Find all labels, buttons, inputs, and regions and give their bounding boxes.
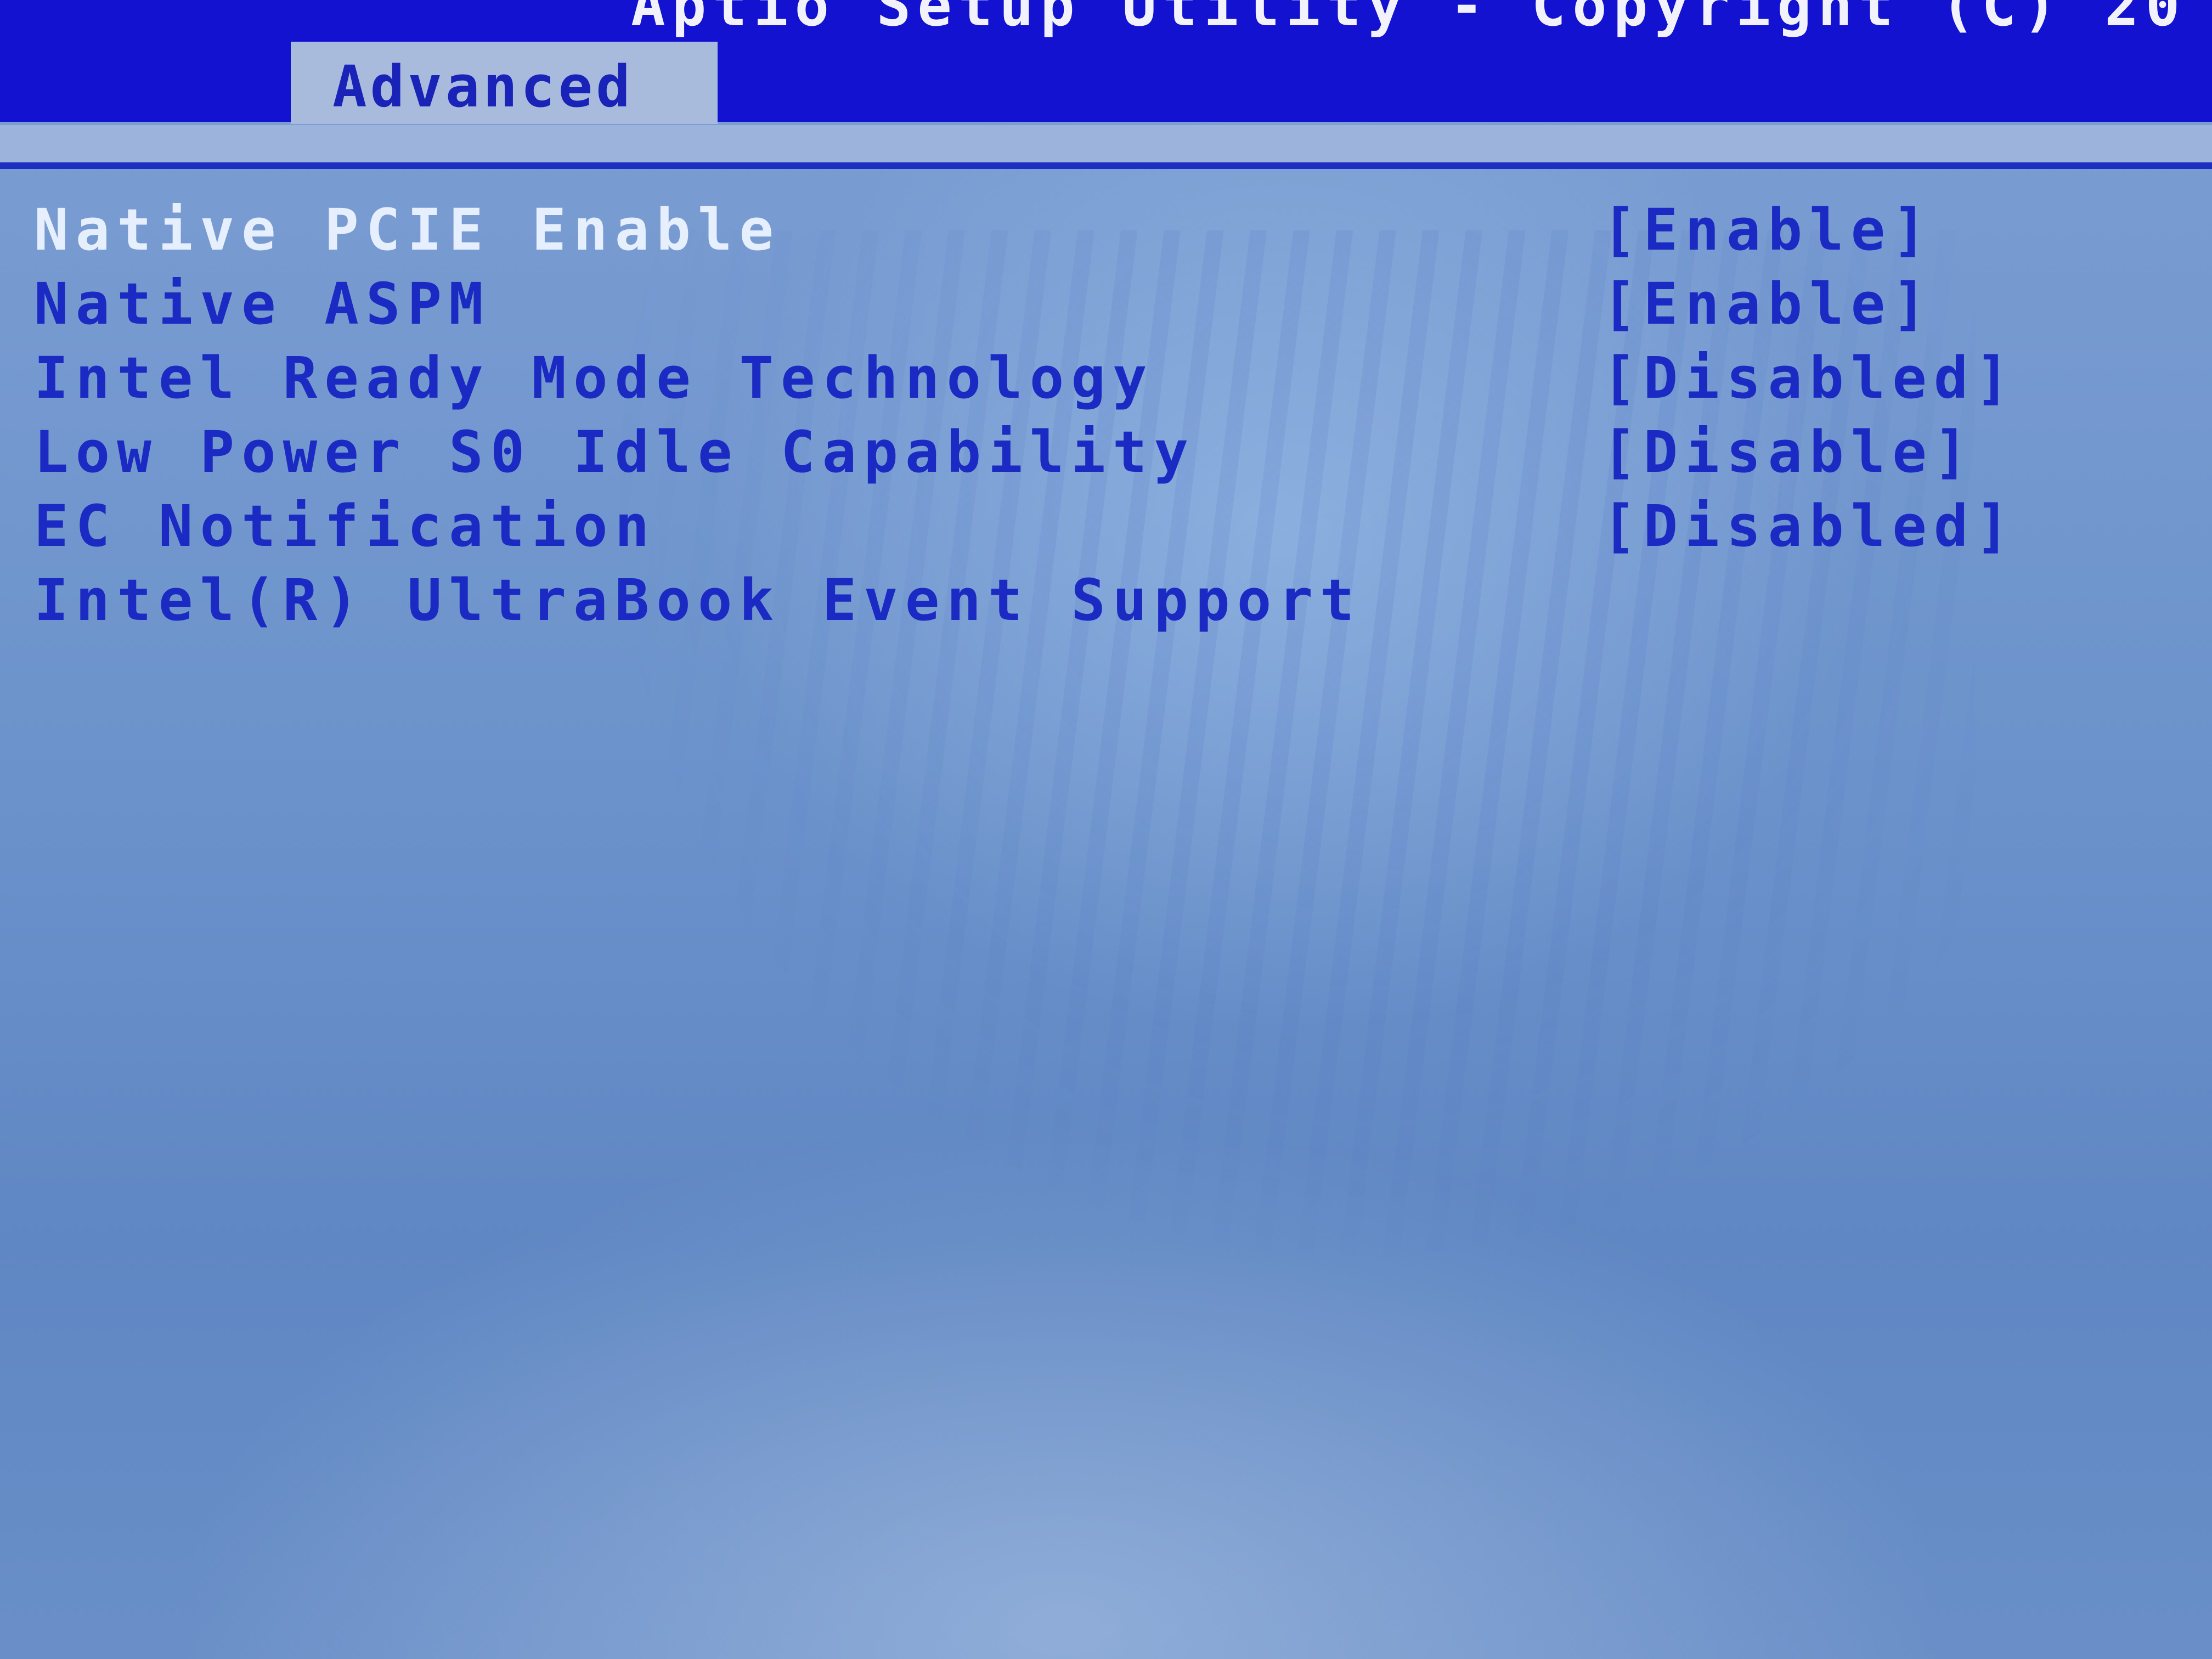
setting-label: Intel Ready Mode Technology (34, 345, 1154, 411)
bios-screen: Aptio Setup Utility - Copyright (C) 20 A… (0, 0, 2212, 1659)
setting-value[interactable]: [Disabled] (1602, 493, 2017, 560)
setting-ultrabook-event-support[interactable]: Intel(R) UltraBook Event Support (0, 567, 2212, 634)
setting-label: Native ASPM (34, 270, 490, 337)
setting-native-pcie-enable[interactable]: Native PCIE Enable [Enable] (0, 196, 2212, 263)
header-bar: Aptio Setup Utility - Copyright (C) 20 A… (0, 0, 2212, 124)
setting-label: EC Notification (34, 493, 657, 560)
setting-value[interactable]: [Disabled] (1602, 345, 2017, 411)
setting-value[interactable]: [Enable] (1602, 271, 1934, 337)
setting-intel-ready-mode[interactable]: Intel Ready Mode Technology [Disabled] (0, 345, 2212, 411)
header-title: Aptio Setup Utility - Copyright (C) 20 (631, 0, 2187, 39)
setting-low-power-s0-idle[interactable]: Low Power S0 Idle Capability [Disable] (0, 419, 2212, 486)
setting-label: Native PCIE Enable (34, 196, 781, 263)
header-divider (0, 125, 2212, 169)
setting-value[interactable]: [Enable] (1602, 197, 1934, 263)
setting-native-aspm[interactable]: Native ASPM [Enable] (0, 270, 2212, 337)
setting-label: Low Power S0 Idle Capability (34, 419, 1196, 486)
tab-advanced[interactable]: Advanced (291, 42, 718, 124)
setting-label: Intel(R) UltraBook Event Support (34, 567, 1362, 634)
tab-advanced-label: Advanced (332, 53, 634, 120)
setting-ec-notification[interactable]: EC Notification [Disabled] (0, 493, 2212, 560)
setting-value[interactable]: [Disable] (1602, 419, 1976, 486)
